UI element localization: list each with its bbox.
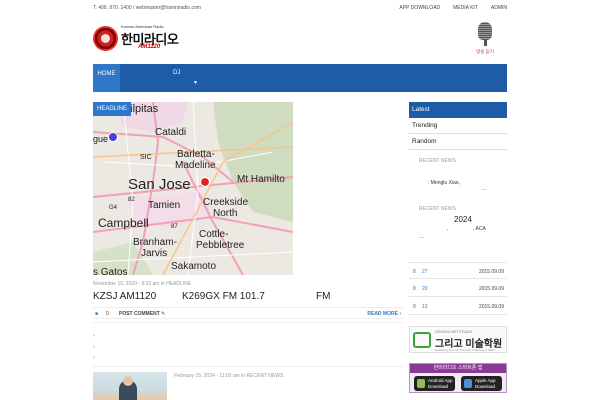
list-bullet-3[interactable]: › <box>93 355 95 361</box>
tab-random[interactable]: Random <box>409 134 507 150</box>
map-graphic: Milpitas Cataldi Barletta- Madeline San … <box>93 102 293 275</box>
row-month: 8 <box>413 286 416 292</box>
row-day: 13 <box>422 304 428 310</box>
android-download-label: Download <box>428 383 449 389</box>
nav-dj[interactable]: DJ <box>173 70 180 76</box>
apple-label: Apple App <box>475 378 496 383</box>
post-title-part-2: K269GX FM 101.7 <box>182 291 265 302</box>
admin-link[interactable]: ADMIN <box>491 5 507 11</box>
row-date: 2015.09.09 <box>478 269 504 275</box>
banner-subtitle: Reaching Your Art Through Creativity & S… <box>435 348 495 352</box>
row-month: 8 <box>413 269 416 275</box>
tab-latest[interactable]: Latest <box>409 102 507 118</box>
main-nav: HOME DJ ▼ <box>93 64 507 92</box>
list-item[interactable]: 8 27 2015.09.09 <box>409 262 507 279</box>
recent-item-2-ellipsis: … <box>419 234 424 240</box>
map-label-tamien: Tamien <box>148 200 180 211</box>
map-label-sakamoto: Sakamoto <box>171 261 216 272</box>
read-more-label: READ MORE <box>367 311 398 317</box>
map-label-barletta: Barletta- <box>177 149 215 160</box>
post-title-part-1: KZSJ AM1120 <box>93 291 157 302</box>
recent-news-label: RECENT NEWS <box>419 158 456 164</box>
chevron-down-icon[interactable]: ▼ <box>193 80 198 86</box>
recent-item-1-ellipsis: … <box>481 186 486 192</box>
map-label-branham: Branham- <box>133 237 177 248</box>
media-kit-link[interactable]: MEDIA KIT <box>453 5 478 11</box>
headline-badge[interactable]: HEADLINE <box>93 102 132 116</box>
recent-post-meta: February 15, 2024 - 11:03 am in RECENT N… <box>174 373 284 379</box>
app-banner-title: 한미라디오 스마트폰 앱 <box>410 364 506 373</box>
recent-item-2-text-b: , ACA <box>473 226 486 232</box>
recent-news-label: RECENT NEWS <box>419 206 456 212</box>
map-label-campbell: Campbell <box>98 216 149 230</box>
art-studio-banner[interactable]: GEUEGO ART STUDIO 그리고 미술학원 Reaching Your… <box>409 326 507 353</box>
comment-count: 0 <box>106 311 109 317</box>
app-download-banner: 한미라디오 스마트폰 앱 Android App Download Apple … <box>409 363 507 393</box>
post-comment-link[interactable]: POST COMMENT <box>119 311 160 317</box>
microphone-icon <box>478 22 492 40</box>
listen-label: 방송 듣기 <box>476 49 494 54</box>
map-label-san-jose: San Jose <box>128 176 191 193</box>
divider <box>93 322 403 323</box>
headline-map-image[interactable]: Milpitas Cataldi Barletta- Madeline San … <box>93 102 293 275</box>
microphone-stand <box>483 40 487 46</box>
list-bullet-1[interactable]: › <box>93 333 95 339</box>
map-label-82: 82 <box>128 197 135 203</box>
list-item[interactable]: 8 13 2015.09.09 <box>409 298 507 315</box>
banner-small-text: GEUEGO ART STUDIO <box>435 330 473 334</box>
recent-item-1-text[interactable]: : Menglu Xiao, <box>428 180 460 186</box>
recent-item-2-text-a: , <box>447 226 449 232</box>
map-label-87: 87 <box>171 224 178 230</box>
comment-icon[interactable]: ■ <box>95 311 98 317</box>
art-studio-logo-icon <box>413 332 431 348</box>
map-label-creekside: Creekside <box>203 197 248 208</box>
top-bar: T: 408. 970. 1400 / webmaster@hanmiradio… <box>0 0 600 18</box>
row-day: 27 <box>422 269 428 275</box>
map-label-pebbletree: Pebbletree <box>196 240 245 251</box>
map-label-madeline: Madeline <box>175 160 216 171</box>
divider <box>93 366 403 367</box>
row-month: 8 <box>413 304 416 310</box>
apple-icon <box>464 379 472 388</box>
recent-item-2-year[interactable]: 2024 <box>454 215 472 224</box>
map-label-mt-hamilton: Mt Hamilto <box>237 174 285 185</box>
post-meta: November 10, 2020 - 9:33 am in HEADLINE <box>93 281 192 287</box>
android-download-button[interactable]: Android App Download <box>414 376 455 391</box>
list-item[interactable]: 8 20 2015.09.09 <box>409 280 507 297</box>
post-actions: ■ 0 POST COMMENT ✎ READ MORE › <box>93 307 403 319</box>
logo-frequency: AM1120 <box>138 44 161 50</box>
nav-home[interactable]: HOME <box>93 64 120 92</box>
list-bullet-2[interactable]: › <box>93 344 95 350</box>
listen-live-button[interactable]: 방송 듣기 <box>470 22 500 60</box>
pencil-icon[interactable]: ✎ <box>161 311 165 317</box>
tab-trending[interactable]: Trending <box>409 118 507 134</box>
row-date: 2015.09.09 <box>478 286 504 292</box>
map-label-north: North <box>213 208 237 219</box>
apple-download-button[interactable]: Apple App Download <box>461 376 502 391</box>
map-label-cottle: Cottle- <box>199 229 228 240</box>
map-label-cataldi: Cataldi <box>155 127 186 138</box>
site-logo[interactable]: Korean-American Radio 한미라디오 AM1120 <box>93 22 179 54</box>
row-date: 2015.09.09 <box>478 304 504 310</box>
map-label-gue: gue <box>93 134 108 144</box>
map-label-g4: G4 <box>109 205 118 211</box>
read-more-link[interactable]: READ MORE › <box>367 311 401 317</box>
thumbnail-person-face <box>123 376 133 386</box>
app-download-link[interactable]: APP DOWNLOAD <box>399 5 440 11</box>
map-label-los-gatos: s Gatos <box>93 267 127 275</box>
map-label-jarvis: Jarvis <box>141 248 167 259</box>
apple-download-label: Download <box>475 383 496 389</box>
map-label-sjc: SIC <box>140 154 152 161</box>
row-day: 20 <box>422 286 428 292</box>
contact-info: T: 408. 970. 1400 / webmaster@hanmiradio… <box>93 5 201 11</box>
android-label: Android App <box>428 378 453 383</box>
android-icon <box>417 379 425 388</box>
logo-emblem <box>93 26 118 51</box>
recent-post-thumbnail[interactable] <box>93 372 167 400</box>
post-title-part-3: FM <box>316 291 331 302</box>
top-links: APP DOWNLOAD MEDIA KIT ADMIN <box>399 5 507 11</box>
